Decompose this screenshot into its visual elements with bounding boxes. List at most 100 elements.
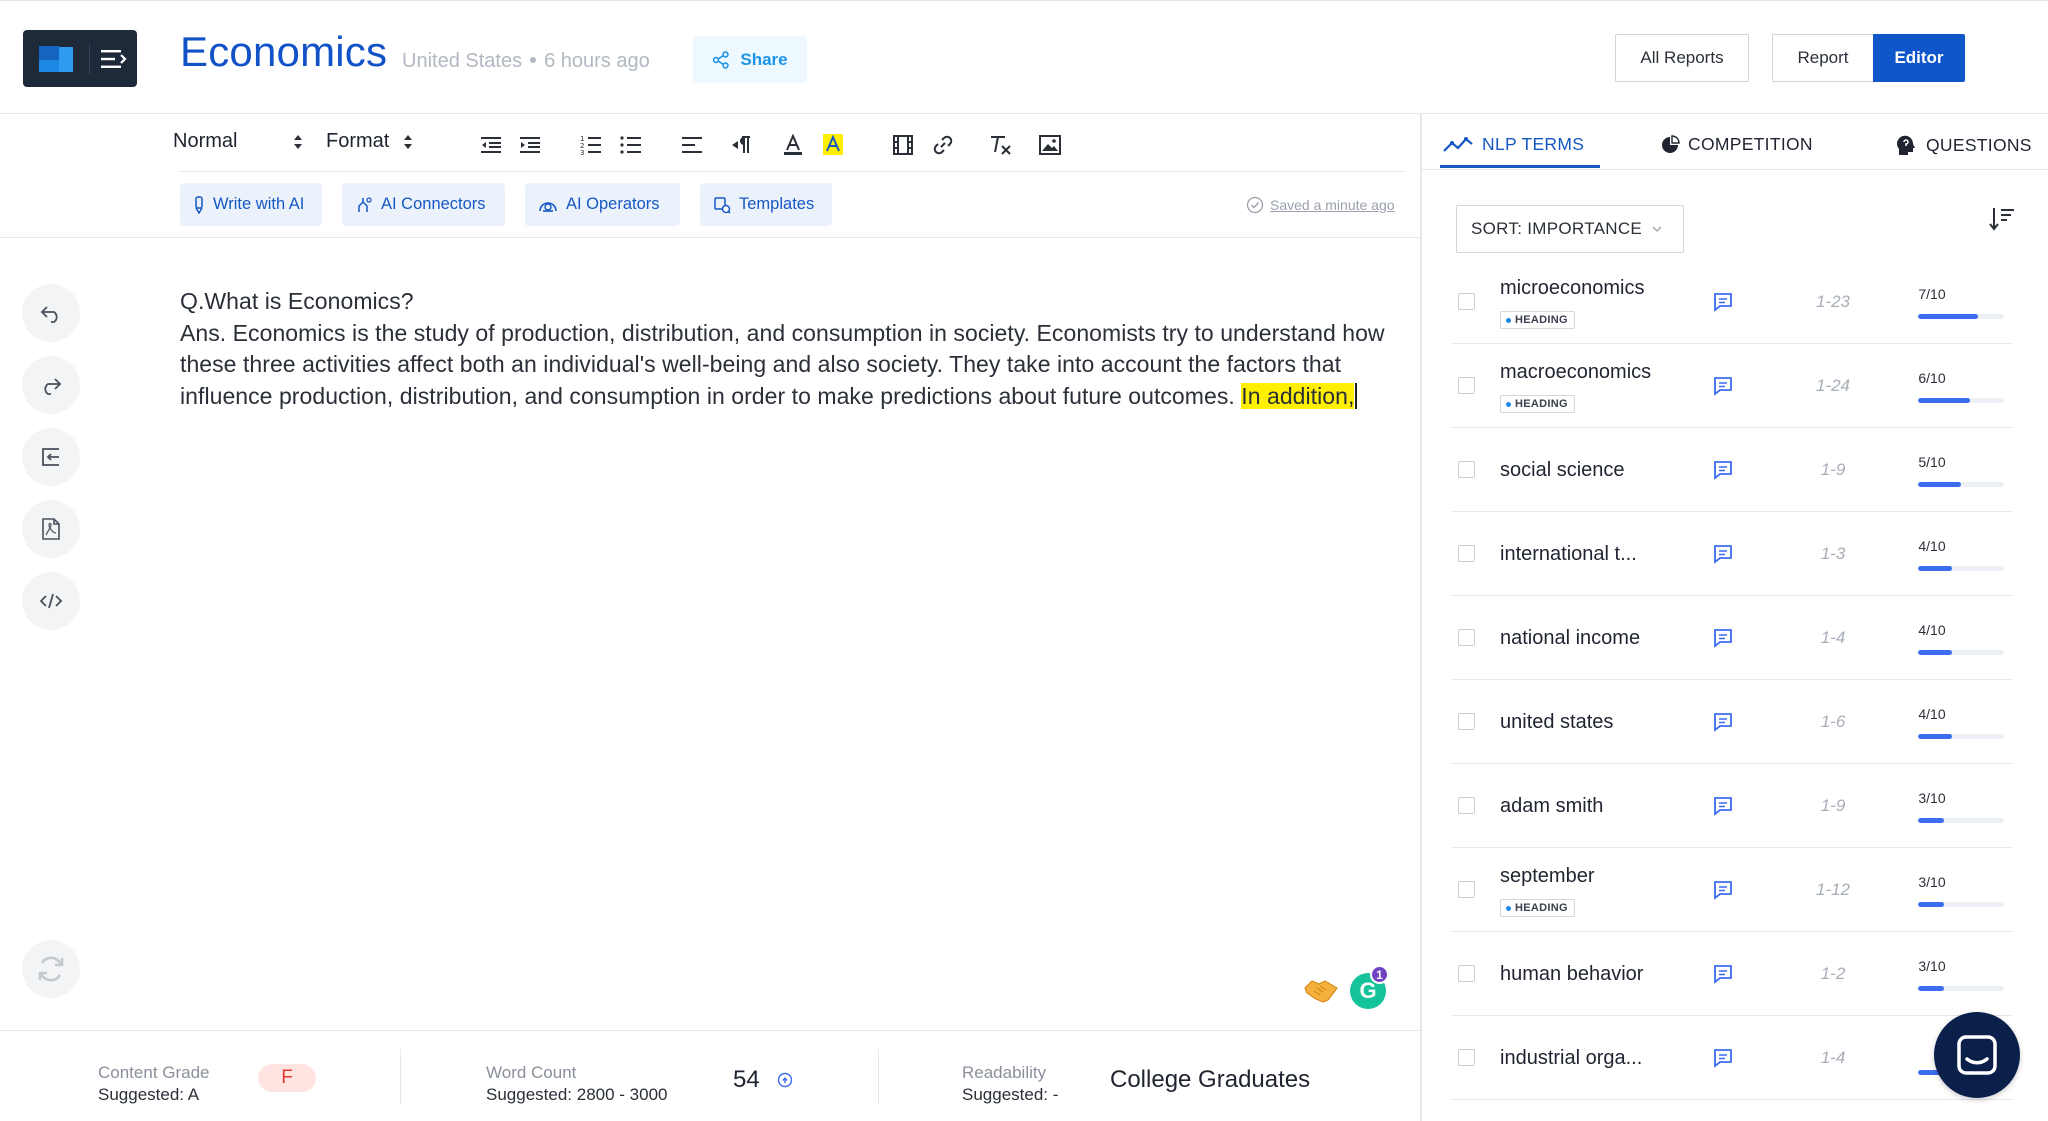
video-icon[interactable]	[888, 131, 918, 159]
ai-operators-button[interactable]: AI Operators	[525, 183, 680, 226]
term-row[interactable]: september HEADING 1-12 3/10	[1452, 848, 2012, 932]
indent-icon[interactable]	[515, 131, 545, 159]
link-icon[interactable]	[928, 131, 958, 159]
term-row[interactable]: international t... 1-3 4/10	[1452, 512, 2012, 596]
tab-competition[interactable]: COMPETITION	[1660, 134, 1813, 155]
bullet-list-icon[interactable]	[616, 131, 646, 159]
sort-select-label: SORT: IMPORTANCE	[1471, 219, 1643, 238]
embed-code-button[interactable]	[22, 572, 80, 630]
align-left-icon[interactable]	[677, 131, 707, 159]
word-count-label: Word Count	[486, 1063, 577, 1082]
term-row[interactable]: social science 1-9 5/10	[1452, 428, 2012, 512]
term-range: 1-3	[1820, 544, 1846, 563]
sync-button[interactable]	[22, 940, 80, 998]
write-with-ai-label: Write with AI	[213, 195, 305, 213]
comment-icon[interactable]	[1712, 543, 1734, 565]
import-button[interactable]	[22, 428, 80, 486]
term-checkbox[interactable]	[1458, 797, 1475, 814]
tab-nlp-terms[interactable]: NLP TERMS	[1442, 134, 1584, 155]
report-view-button[interactable]: Report	[1772, 34, 1873, 82]
word-count-suggested: Suggested: 2800 - 3000	[486, 1085, 668, 1104]
word-count-value: 54	[733, 1066, 760, 1093]
ai-connectors-button[interactable]: AI Connectors	[342, 183, 505, 226]
term-checkbox[interactable]	[1458, 1049, 1475, 1066]
term-score-bar	[1918, 650, 2004, 655]
comment-icon[interactable]	[1712, 711, 1734, 733]
updown-icon	[404, 134, 413, 149]
all-reports-button[interactable]: All Reports	[1615, 34, 1749, 82]
stat-divider	[400, 1049, 401, 1105]
ordered-list-icon[interactable]: 123	[576, 131, 606, 159]
term-checkbox[interactable]	[1458, 293, 1475, 310]
term-checkbox[interactable]	[1458, 629, 1475, 646]
logo-icon-part	[39, 60, 59, 72]
clear-format-icon[interactable]	[985, 131, 1015, 159]
undo-button[interactable]	[22, 284, 80, 342]
term-score: 6/10	[1918, 370, 1946, 386]
comment-icon[interactable]	[1712, 879, 1734, 901]
term-tag-label: HEADING	[1515, 398, 1568, 410]
term-score-bar	[1918, 398, 2004, 403]
term-row[interactable]: macroeconomics HEADING 1-24 6/10	[1452, 344, 2012, 428]
image-icon[interactable]	[1035, 131, 1065, 159]
saved-status-label: Saved a minute ago	[1270, 197, 1395, 213]
term-row[interactable]: industrial orga... 1-4	[1452, 1016, 2012, 1100]
term-checkbox[interactable]	[1458, 713, 1475, 730]
term-score-bar	[1918, 902, 2004, 907]
templates-label: Templates	[739, 195, 815, 213]
term-score: 5/10	[1918, 454, 1946, 470]
panel-tabs: NLP TERMS COMPETITION QUESTIONS	[1422, 114, 2048, 170]
term-checkbox[interactable]	[1458, 461, 1475, 478]
editor-view-button[interactable]: Editor	[1873, 34, 1965, 82]
term-range: 1-9	[1820, 796, 1846, 815]
menu-icon[interactable]	[97, 46, 129, 72]
handshake-icon[interactable]	[1303, 975, 1339, 1005]
editor-content[interactable]: Q.What is Economics? Ans. Economics is t…	[180, 286, 1390, 412]
share-button[interactable]: Share	[693, 36, 807, 83]
term-range: 1-6	[1820, 712, 1846, 731]
term-score-bar	[1918, 314, 2004, 319]
block-style-select[interactable]: Normal	[173, 130, 303, 153]
comment-icon[interactable]	[1712, 795, 1734, 817]
term-row[interactable]: adam smith 1-9 3/10	[1452, 764, 2012, 848]
highlight-color-icon[interactable]	[818, 131, 848, 159]
sort-order-icon[interactable]	[1988, 205, 2016, 233]
tag-dot	[1506, 317, 1511, 323]
export-pdf-button[interactable]	[22, 500, 80, 558]
term-checkbox[interactable]	[1458, 965, 1475, 982]
comment-icon[interactable]	[1712, 1047, 1734, 1069]
font-color-icon[interactable]	[778, 131, 808, 159]
info-icon[interactable]	[777, 1072, 793, 1088]
write-with-ai-button[interactable]: Write with AI	[180, 183, 322, 226]
term-score: 3/10	[1918, 874, 1946, 890]
stat-divider	[878, 1049, 879, 1105]
term-row[interactable]: human behavior 1-2 3/10	[1452, 932, 2012, 1016]
chat-icon	[1957, 1035, 1997, 1075]
tab-questions[interactable]: QUESTIONS	[1894, 134, 2032, 156]
term-checkbox[interactable]	[1458, 881, 1475, 898]
format-select[interactable]: Format	[326, 130, 413, 153]
text-direction-icon[interactable]	[726, 131, 756, 159]
term-checkbox[interactable]	[1458, 377, 1475, 394]
content-grade-label: Content Grade	[98, 1063, 210, 1082]
templates-button[interactable]: Templates	[700, 183, 832, 226]
term-row[interactable]: microeconomics HEADING 1-23 7/10	[1452, 260, 2012, 344]
outdent-icon[interactable]	[476, 131, 506, 159]
term-row[interactable]: united states 1-6 4/10	[1452, 680, 2012, 764]
sort-select[interactable]: SORT: IMPORTANCE	[1456, 205, 1684, 253]
term-row[interactable]: national income 1-4 4/10	[1452, 596, 2012, 680]
comment-icon[interactable]	[1712, 963, 1734, 985]
readability-label: Readability	[962, 1063, 1047, 1082]
term-range: 1-23	[1815, 292, 1851, 311]
redo-button[interactable]	[22, 356, 80, 414]
comment-icon[interactable]	[1712, 291, 1734, 313]
comment-icon[interactable]	[1712, 627, 1734, 649]
comment-icon[interactable]	[1712, 375, 1734, 397]
app-logo-menu[interactable]	[23, 30, 137, 87]
term-score: 4/10	[1918, 622, 1946, 638]
chat-launcher-button[interactable]	[1934, 1012, 2020, 1098]
term-name: international t...	[1500, 543, 1637, 565]
comment-icon[interactable]	[1712, 459, 1734, 481]
highlighted-text: In addition,	[1241, 382, 1355, 409]
term-checkbox[interactable]	[1458, 545, 1475, 562]
